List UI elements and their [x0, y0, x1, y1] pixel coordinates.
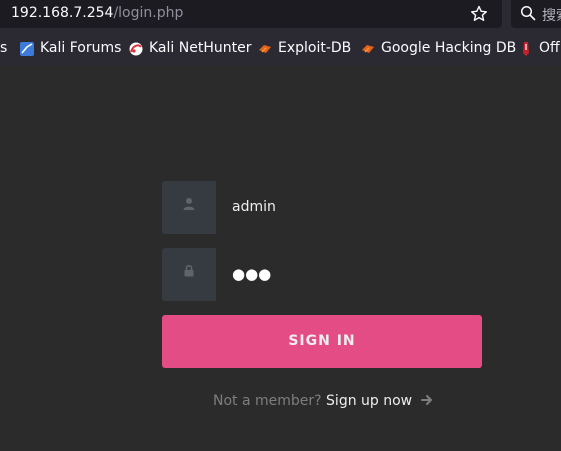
bookmark-item-partial[interactable]: s [0, 40, 7, 56]
bookmark-google-hacking-db[interactable]: Google Hacking DB [381, 40, 516, 56]
lock-icon [184, 265, 194, 277]
bookmark-exploit-db[interactable]: Exploit-DB [278, 40, 351, 56]
kali-forums-icon [20, 42, 34, 56]
bookmark-kali-forums[interactable]: Kali Forums [40, 40, 121, 56]
kali-nethunter-icon [129, 42, 143, 56]
password-icon-box [162, 248, 216, 301]
username-icon-box [162, 181, 216, 234]
search-box[interactable]: 搜索 [511, 0, 561, 28]
bookmark-offsec[interactable]: Off [539, 40, 560, 56]
url-text[interactable]: 192.168.7.254/login.php [11, 5, 183, 21]
exploit-db-icon [259, 45, 271, 53]
login-page: admin ●●● SIGN IN Not a member? Sign up … [0, 66, 561, 451]
password-field[interactable]: ●●● [162, 248, 482, 301]
browser-toolbar: 192.168.7.254/login.php 搜索 s Kali Forums… [0, 0, 561, 66]
offsec-icon [523, 42, 529, 56]
not-member-text: Not a member? [213, 393, 322, 409]
password-input[interactable]: ●●● [232, 248, 271, 301]
arrow-right-icon[interactable] [420, 394, 434, 406]
search-icon [520, 5, 536, 21]
username-field[interactable]: admin [162, 181, 482, 234]
sign-in-button[interactable]: SIGN IN [162, 315, 482, 368]
bookmark-kali-nethunter[interactable]: Kali NetHunter [149, 40, 251, 56]
google-hacking-db-icon [362, 45, 374, 53]
search-placeholder: 搜索 [542, 8, 561, 24]
bookmark-star-icon[interactable] [469, 4, 489, 24]
url-bar[interactable]: 192.168.7.254/login.php [0, 0, 502, 28]
username-input[interactable]: admin [232, 181, 276, 234]
bookmarks-toolbar: s Kali Forums Kali NetHunter Exploit-DB … [0, 36, 561, 62]
user-icon [183, 198, 195, 210]
signup-prompt: Not a member? Sign up now [213, 393, 434, 409]
sign-up-link[interactable]: Sign up now [326, 393, 412, 409]
